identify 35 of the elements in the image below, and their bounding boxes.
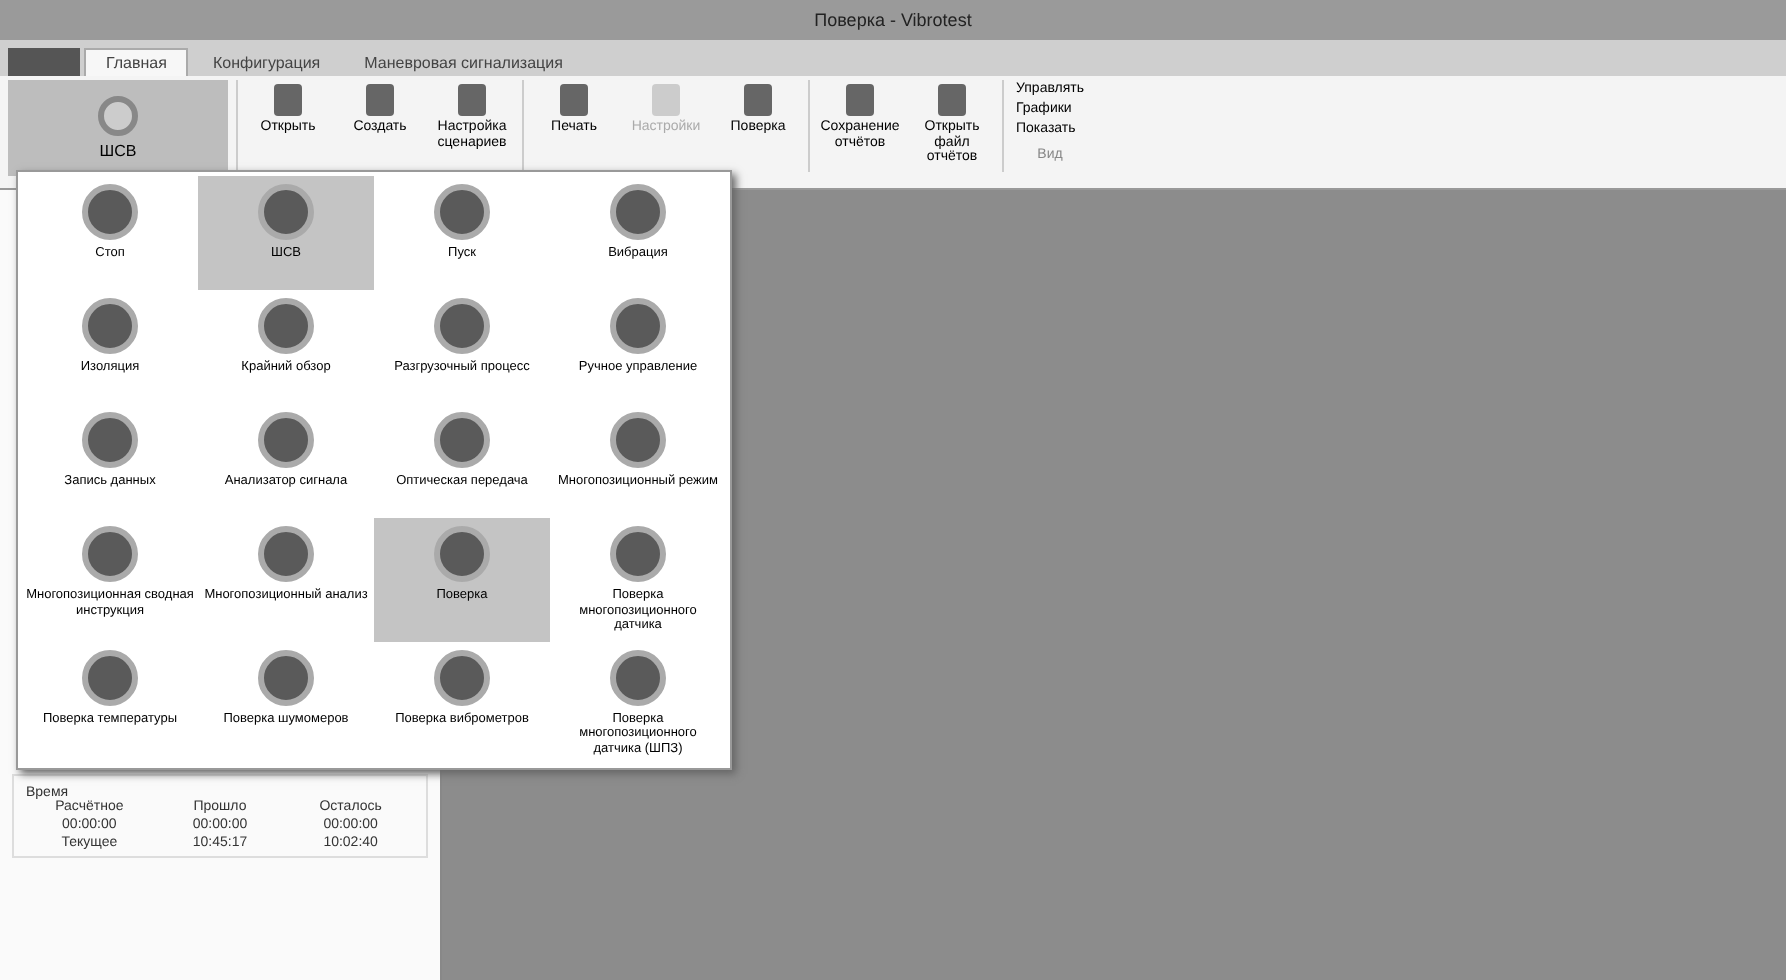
- circle-icon: [258, 526, 314, 583]
- ribbon-tab[interactable]: Маневровая сигнализация: [344, 50, 583, 76]
- circle-icon: [258, 298, 314, 355]
- circle-icon: [434, 298, 490, 355]
- circle-icon: [610, 526, 666, 583]
- file-tab[interactable]: [8, 48, 80, 76]
- document-icon: [652, 84, 680, 116]
- circle-icon: [82, 412, 138, 469]
- circle-icon: [258, 412, 314, 469]
- circle-icon: [434, 649, 490, 706]
- circle-icon: [610, 412, 666, 469]
- circle-icon: [258, 184, 314, 240]
- ribbon-tab[interactable]: Главная: [84, 48, 189, 76]
- circle-icon: [82, 526, 138, 583]
- circle-icon: [82, 649, 138, 706]
- window-title: Поверка - Vibrotest: [814, 10, 972, 30]
- circle-icon: [82, 298, 138, 355]
- document-icon: [846, 84, 874, 116]
- ribbon-tab[interactable]: Конфигурация: [192, 50, 341, 76]
- circle-icon: [98, 96, 138, 136]
- document-icon: [560, 84, 588, 116]
- document-icon: [744, 84, 772, 116]
- document-icon: [274, 84, 302, 116]
- circle-icon: [434, 412, 490, 469]
- document-icon: [458, 84, 486, 116]
- circle-icon: [610, 184, 666, 240]
- mode-button[interactable]: ШСВ: [8, 80, 228, 176]
- circle-icon: [82, 184, 138, 240]
- document-icon: [366, 84, 394, 116]
- circle-icon: [610, 649, 666, 706]
- document-icon: [938, 84, 966, 116]
- circle-icon: [434, 526, 490, 583]
- circle-icon: [434, 184, 490, 240]
- circle-icon: [258, 649, 314, 706]
- circle-icon: [610, 298, 666, 355]
